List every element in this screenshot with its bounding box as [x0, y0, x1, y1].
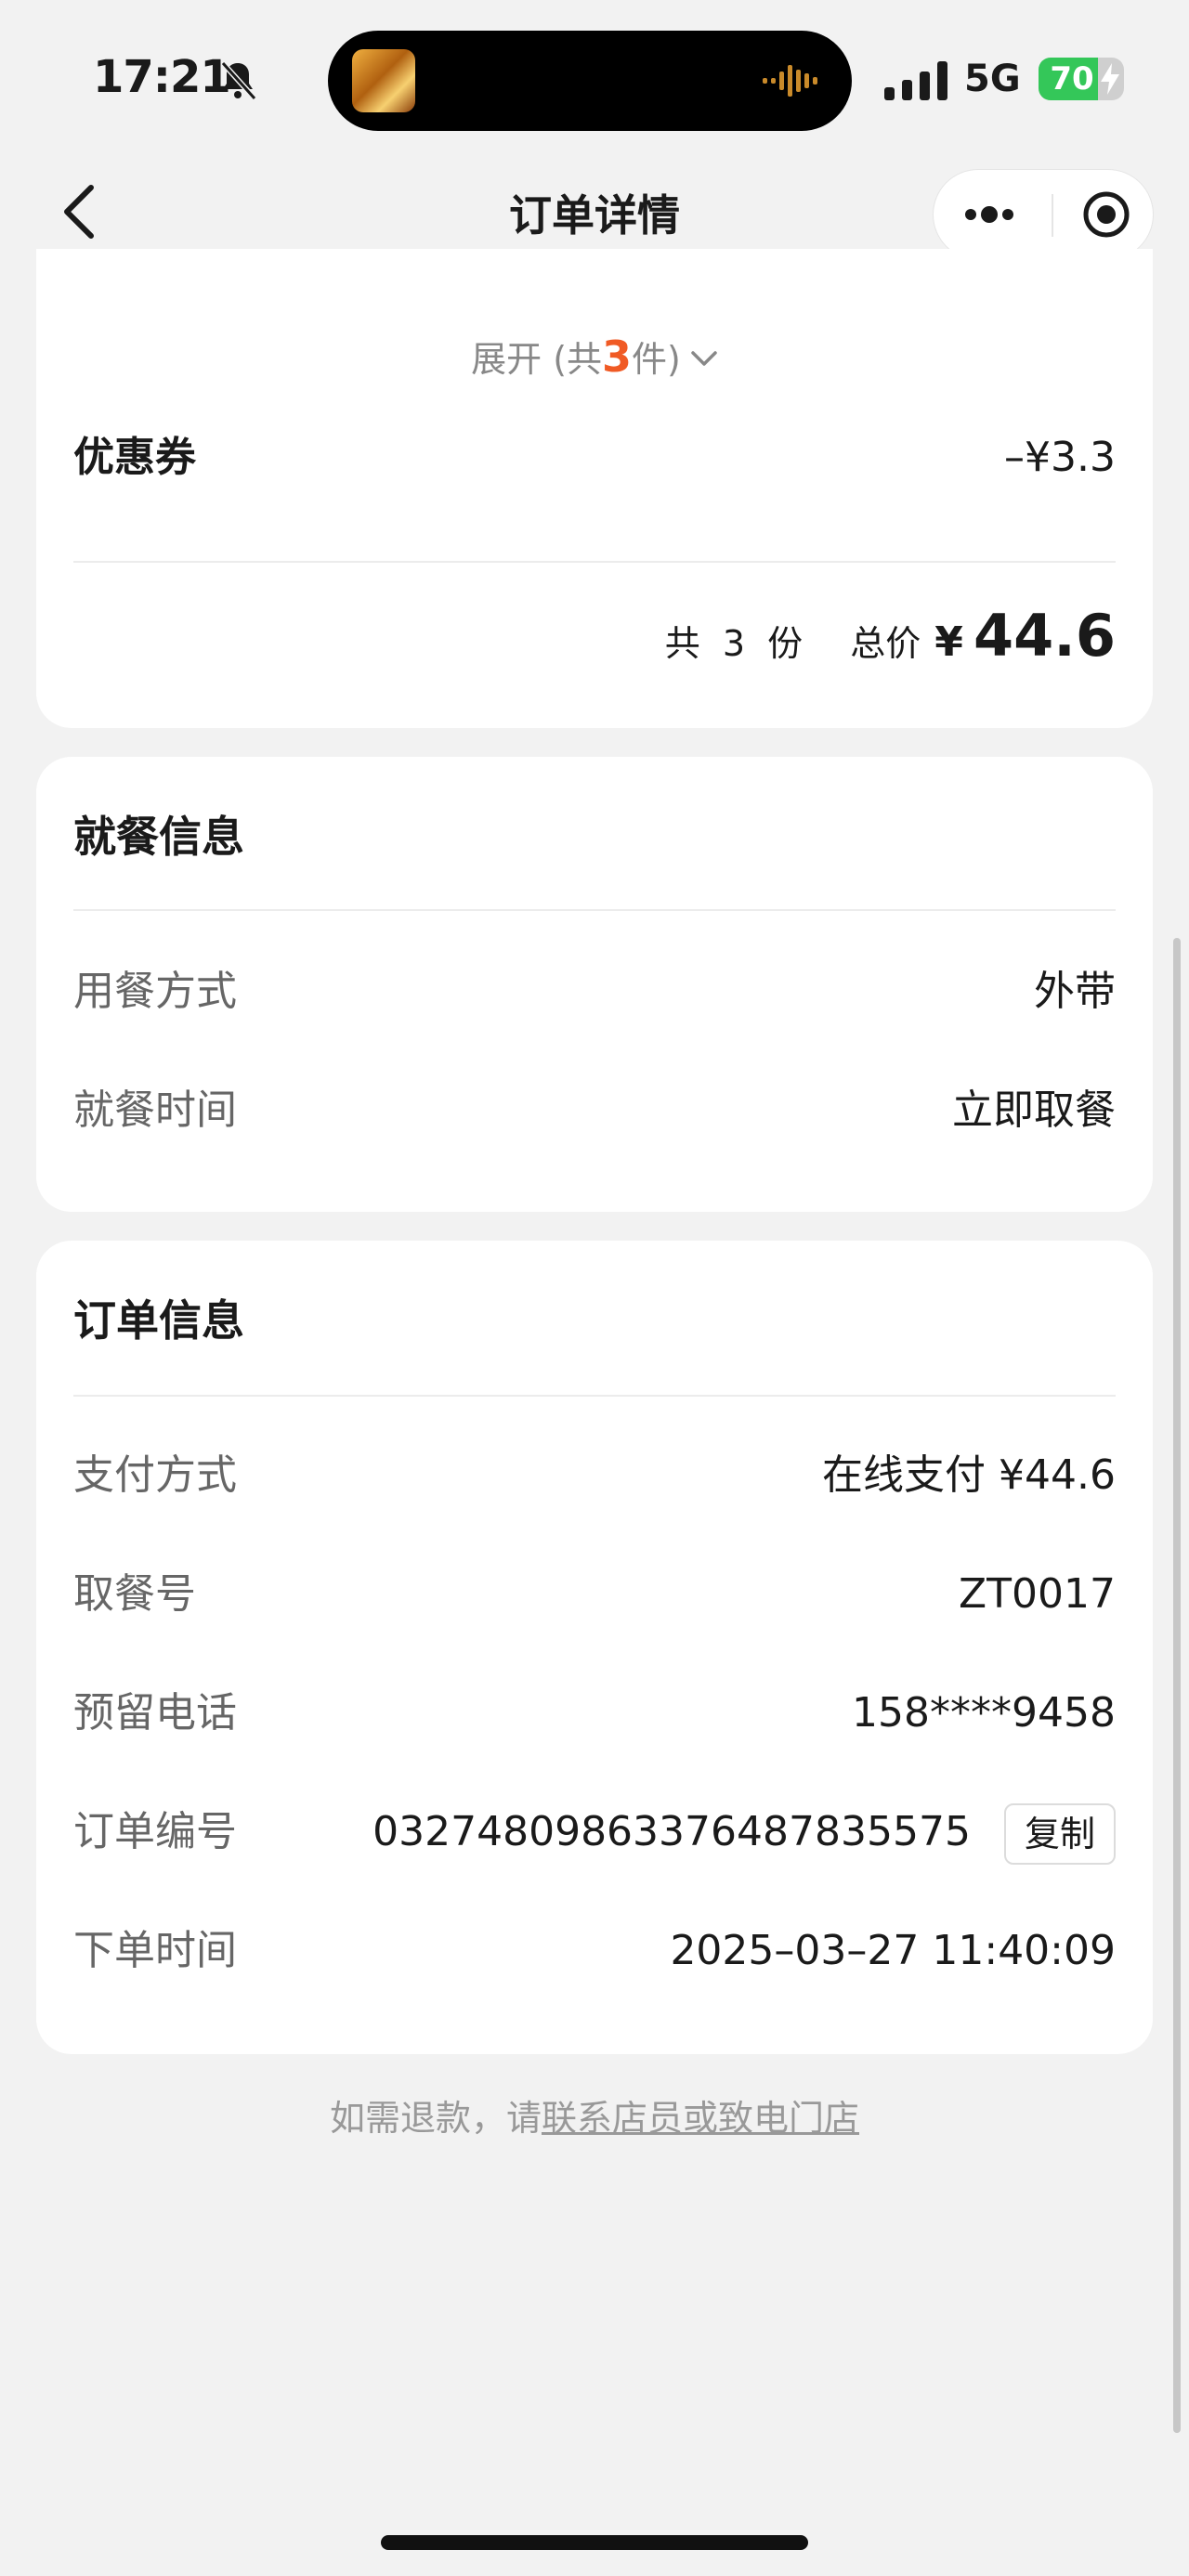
miniprogram-capsule: [933, 169, 1154, 260]
dining-mode-row: 用餐方式 外带: [73, 959, 1116, 1024]
dining-mode-value: 外带: [1034, 968, 1116, 1015]
refund-note: 如需退款，请联系店员或致电门店: [0, 2089, 1189, 2140]
status-time: 17:21: [93, 51, 231, 103]
pickup-number-label: 取餐号: [73, 1570, 196, 1618]
album-art: [352, 49, 415, 112]
pickup-number-value: ZT0017: [959, 1570, 1116, 1618]
order-time-value: 2025–03–27 11:40:09: [670, 1927, 1116, 1974]
contact-store-link[interactable]: 联系店员或致电门店: [542, 2098, 859, 2139]
network-type: 5G: [964, 58, 1021, 100]
copy-button[interactable]: 复制: [1003, 1803, 1116, 1865]
dining-mode-label: 用餐方式: [73, 968, 237, 1015]
dining-info-card: 就餐信息 用餐方式 外带 就餐时间 立即取餐: [36, 757, 1153, 1212]
expand-items-toggle[interactable]: 展开 (共3件): [36, 331, 1153, 382]
order-info-title: 订单信息: [73, 1295, 244, 1346]
home-indicator[interactable]: [381, 2535, 808, 2550]
coupon-label: 优惠券: [73, 434, 196, 481]
capsule-divider: [1052, 194, 1053, 237]
order-items-card: 展开 (共3件) 优惠券 –¥3.3 共 3 份 总价 ¥ 44.6: [36, 249, 1153, 728]
chevron-down-icon: [691, 351, 717, 366]
dynamic-island[interactable]: [328, 31, 852, 131]
reserved-phone-label: 预留电话: [73, 1689, 237, 1737]
divider: [73, 561, 1116, 563]
coupon-row: 优惠券 –¥3.3: [73, 425, 1116, 490]
dining-time-row: 就餐时间 立即取餐: [73, 1078, 1116, 1143]
charging-bolt-icon: [1101, 63, 1119, 95]
payment-method-row: 支付方式 在线支付 ¥44.6: [73, 1443, 1116, 1508]
expand-prefix: 展开 (共: [471, 339, 603, 380]
battery-percent: 70: [1050, 60, 1094, 98]
divider: [73, 909, 1116, 911]
order-number-row: 订单编号 03274809863376487835575 复制: [73, 1800, 1116, 1865]
total-amount: 44.6: [973, 602, 1116, 670]
audio-wave-icon: [763, 65, 817, 97]
total-label: 总价: [850, 623, 921, 664]
order-time-label: 下单时间: [73, 1927, 237, 1974]
bell-muted-icon: [220, 60, 257, 101]
order-number-value-wrap: 03274809863376487835575 复制: [372, 1800, 1116, 1865]
dining-info-title: 就餐信息: [73, 812, 244, 862]
coupon-value: –¥3.3: [1004, 434, 1116, 481]
reserved-phone-value: 158****9458: [852, 1689, 1116, 1737]
total-count: 共 3 份: [664, 623, 809, 664]
order-number-value: 03274809863376487835575: [372, 1808, 971, 1855]
payment-method-value: 在线支付 ¥44.6: [822, 1451, 1116, 1499]
divider: [73, 1395, 1116, 1397]
total-row: 共 3 份 总价 ¥ 44.6: [665, 602, 1116, 676]
cellular-signal-icon: [884, 61, 947, 100]
dining-time-value: 立即取餐: [952, 1086, 1116, 1134]
pickup-number-row: 取餐号 ZT0017: [73, 1562, 1116, 1627]
status-bar: 17:21 5G 70: [0, 0, 1189, 158]
dining-time-label: 就餐时间: [73, 1086, 237, 1134]
reserved-phone-row: 预留电话 158****9458: [73, 1681, 1116, 1746]
order-info-card: 订单信息 支付方式 在线支付 ¥44.6 取餐号 ZT0017 预留电话 158…: [36, 1241, 1153, 2054]
expand-suffix: 件): [632, 339, 681, 380]
total-currency: ¥: [934, 618, 963, 666]
close-target-icon[interactable]: [1060, 170, 1153, 259]
refund-prefix: 如需退款，请: [329, 2098, 542, 2139]
expand-count: 3: [602, 332, 633, 382]
more-dots-icon[interactable]: [934, 170, 1043, 259]
order-time-row: 下单时间 2025–03–27 11:40:09: [73, 1919, 1116, 1984]
scrollbar[interactable]: [1173, 938, 1181, 2433]
payment-method-label: 支付方式: [73, 1451, 237, 1499]
order-number-label: 订单编号: [73, 1808, 237, 1855]
